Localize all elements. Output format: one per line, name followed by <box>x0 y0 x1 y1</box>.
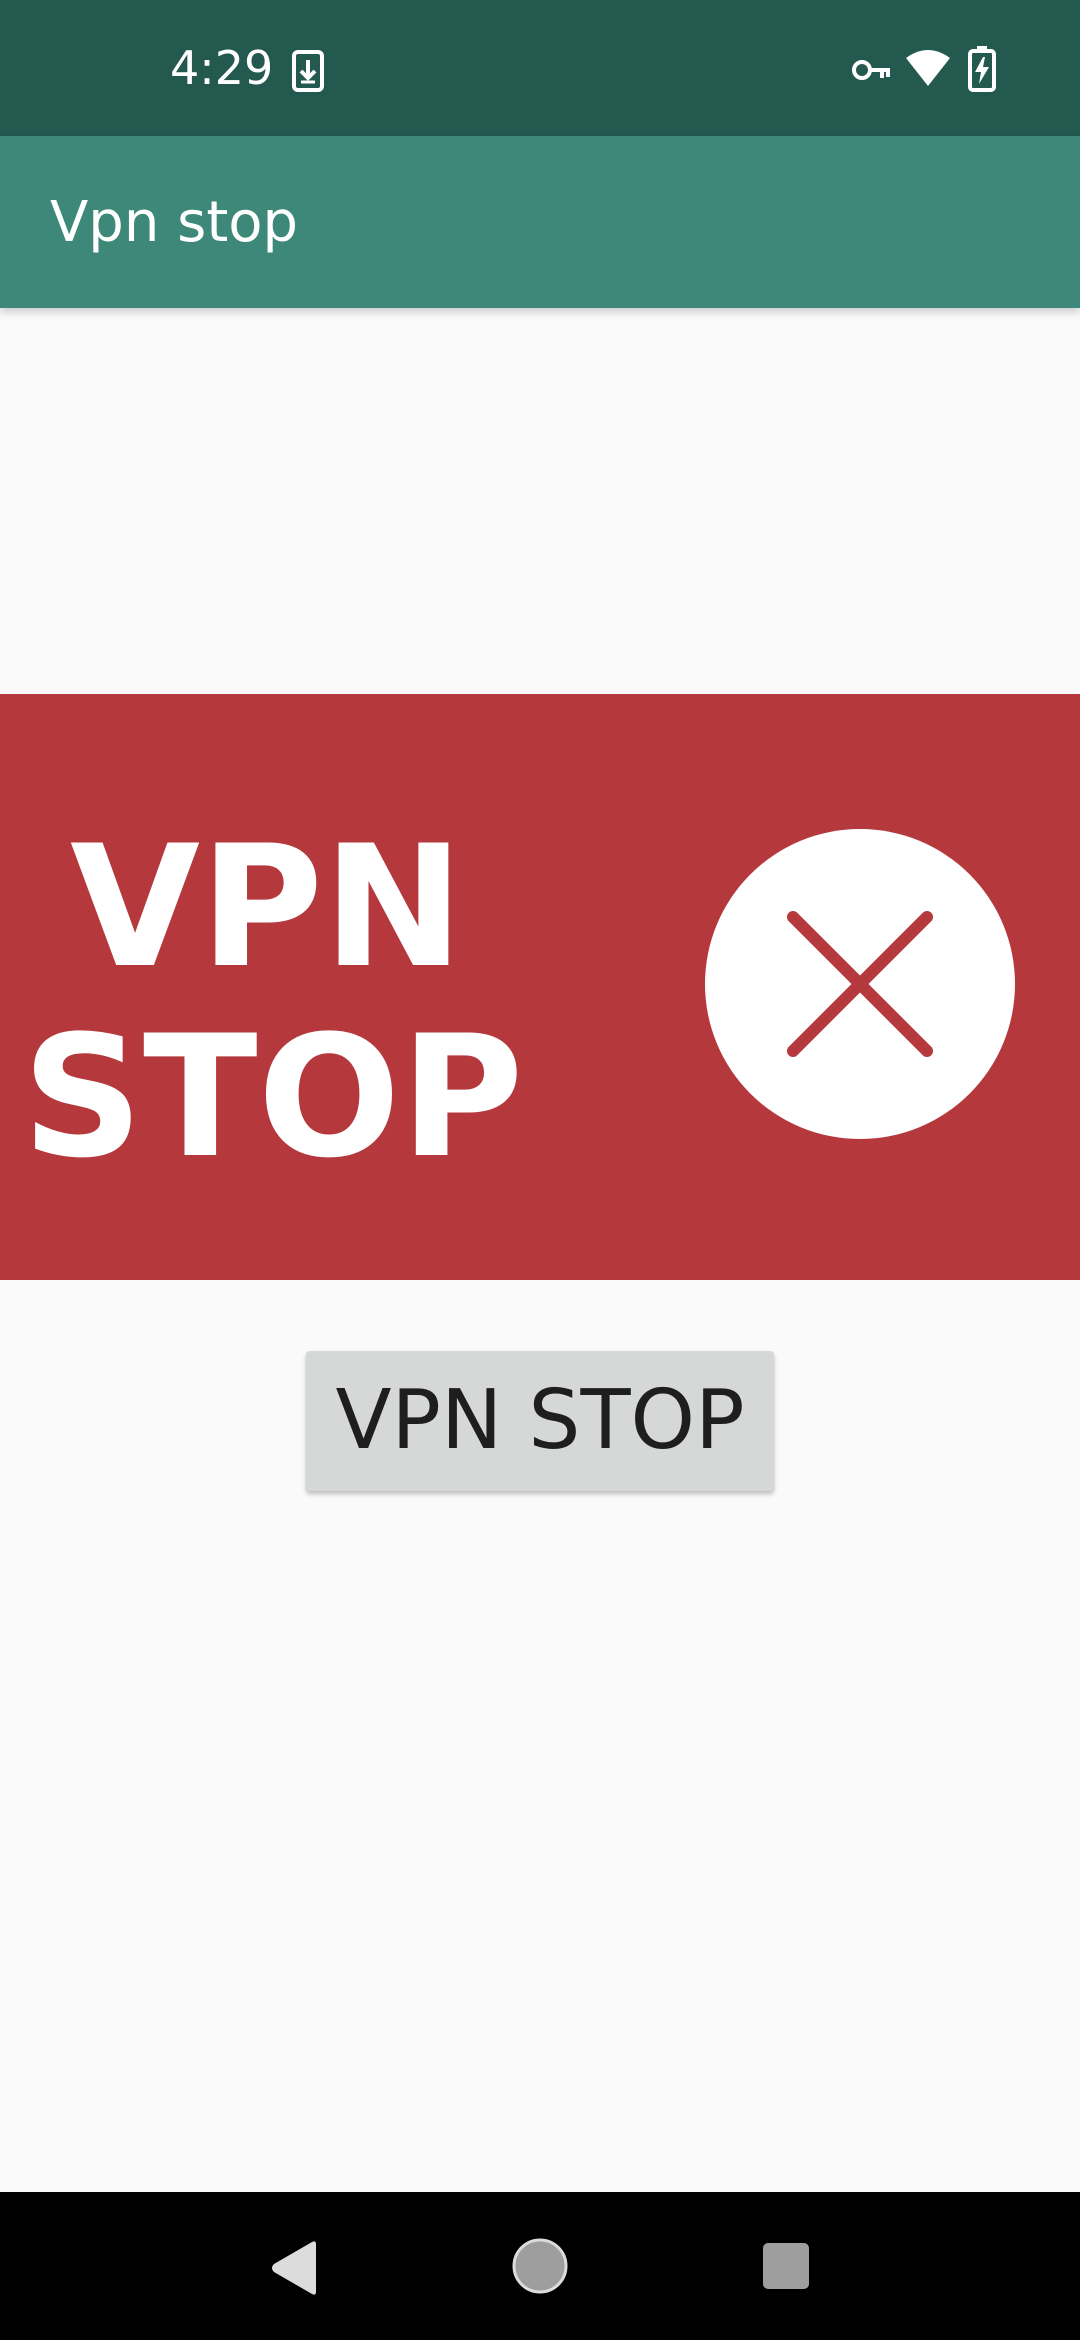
navigation-bar <box>0 2192 1080 2340</box>
battery-charging-icon <box>968 46 996 96</box>
vpn-stop-banner: VPN STOP <box>0 694 1080 1280</box>
close-icon <box>787 911 933 1057</box>
recents-icon[interactable] <box>762 2242 810 2294</box>
vpn-stop-button[interactable]: VPN STOP <box>306 1351 774 1491</box>
app-bar: Vpn stop <box>0 136 1080 308</box>
banner-text-line1: VPN <box>70 809 464 1005</box>
status-time: 4:29 <box>170 41 274 95</box>
back-icon[interactable] <box>268 2240 320 2300</box>
home-icon[interactable] <box>512 2238 568 2298</box>
banner-circle <box>705 829 1015 1139</box>
app-title: Vpn stop <box>50 190 299 255</box>
status-bar: 4:29 <box>0 0 1080 136</box>
wifi-icon <box>904 48 952 92</box>
banner-text-line2: STOP <box>22 999 524 1195</box>
download-notification-icon <box>292 50 324 96</box>
vpn-key-icon <box>852 56 892 88</box>
